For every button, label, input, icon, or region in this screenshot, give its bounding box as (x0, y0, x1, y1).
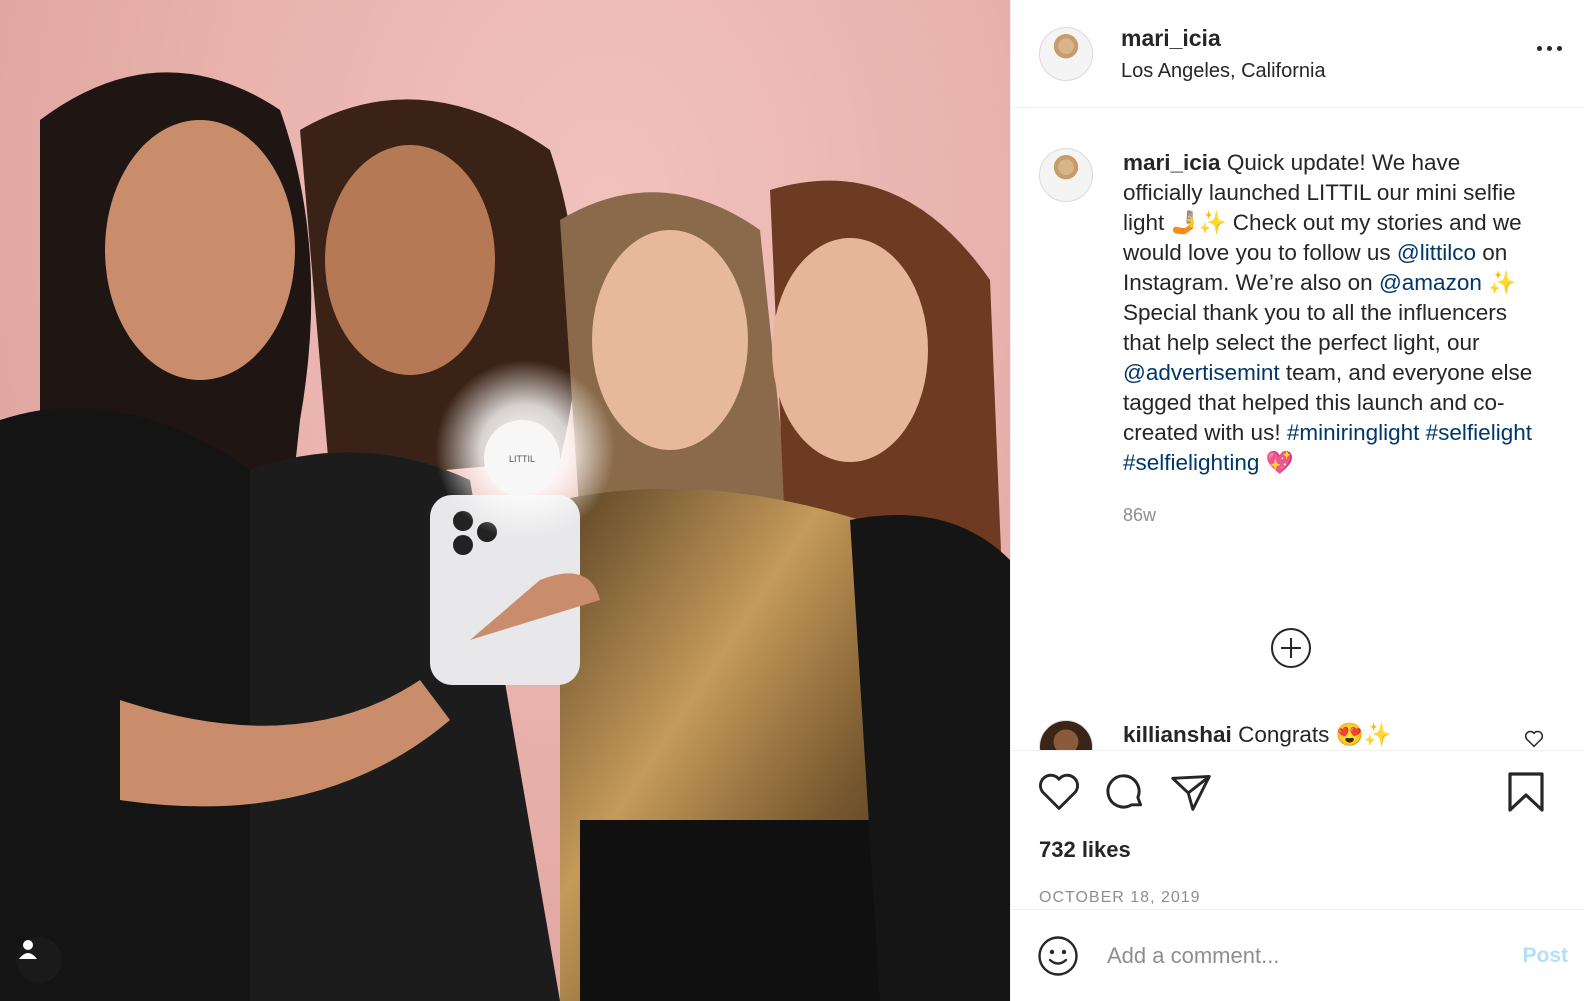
brand-text: LITTIL (509, 454, 535, 464)
more-horizontal-icon (1537, 46, 1542, 51)
bookmark-icon (1508, 772, 1544, 812)
hashtag-selfielight[interactable]: #selfielight (1426, 420, 1532, 445)
instagram-post: LITTIL mari_icia Los Angeles, California (0, 0, 1584, 1001)
mention-littilco[interactable]: @littilco (1397, 240, 1476, 265)
commenter-username[interactable]: killianshai (1123, 722, 1232, 747)
comment-like-icon[interactable] (1524, 730, 1544, 748)
emoji-button[interactable] (1037, 935, 1079, 977)
like-button[interactable] (1037, 772, 1081, 812)
post-photo[interactable]: LITTIL (0, 0, 1010, 1001)
load-more-comments-button[interactable] (1271, 628, 1311, 668)
author-info: mari_icia Los Angeles, California (1121, 25, 1326, 83)
post-header: mari_icia Los Angeles, California (1011, 0, 1584, 108)
post-location[interactable]: Los Angeles, California (1121, 60, 1326, 83)
caption: mari_icia Quick update! We have official… (1039, 148, 1559, 530)
comment-icon (1106, 774, 1143, 809)
caption-avatar[interactable] (1039, 148, 1093, 202)
commenter-avatar[interactable] (1039, 720, 1093, 750)
caption-username[interactable]: mari_icia (1123, 150, 1221, 175)
post-comment-button[interactable]: Post (1522, 944, 1568, 968)
hashtag-selfielighting[interactable]: #selfielighting (1123, 450, 1259, 475)
comment-body: Congrats 😍✨ (1231, 722, 1392, 747)
emoji-icon (1038, 935, 1078, 976)
more-options-button[interactable] (1537, 46, 1562, 51)
caption-segment: 💖 (1259, 450, 1294, 475)
mention-amazon[interactable]: @amazon (1379, 270, 1482, 295)
author-avatar[interactable] (1039, 26, 1093, 81)
photo-illustration: LITTIL (0, 72, 1010, 1001)
user-icon (19, 940, 37, 959)
comment-text: killianshai Congrats 😍✨ (1123, 720, 1392, 750)
share-button[interactable] (1169, 771, 1213, 813)
post-sidebar: mari_icia Los Angeles, California mari_i… (1010, 0, 1584, 1001)
comment-button[interactable] (1103, 770, 1147, 814)
comment-input[interactable] (1105, 941, 1523, 970)
send-icon (1171, 775, 1211, 811)
likes-count[interactable]: 732 likes (1011, 837, 1584, 863)
comments-section[interactable]: mari_icia Quick update! We have official… (1011, 108, 1584, 751)
caption-text: mari_icia Quick update! We have official… (1123, 148, 1543, 530)
add-comment-bar: Post (1011, 909, 1584, 1001)
heart-icon (1039, 773, 1079, 810)
author-username[interactable]: mari_icia (1121, 25, 1326, 52)
comment-item: killianshai Congrats 😍✨ (1039, 720, 1392, 750)
action-bar (1011, 751, 1584, 833)
mention-advertisemint[interactable]: @advertisemint (1123, 360, 1280, 385)
save-button[interactable] (1506, 771, 1546, 813)
caption-timestamp[interactable]: 86w (1123, 500, 1543, 530)
hashtag-miniringlight[interactable]: #miniringlight (1287, 420, 1420, 445)
tagged-users-button[interactable] (16, 937, 62, 983)
post-date[interactable]: OCTOBER 18, 2019 (1011, 889, 1584, 907)
